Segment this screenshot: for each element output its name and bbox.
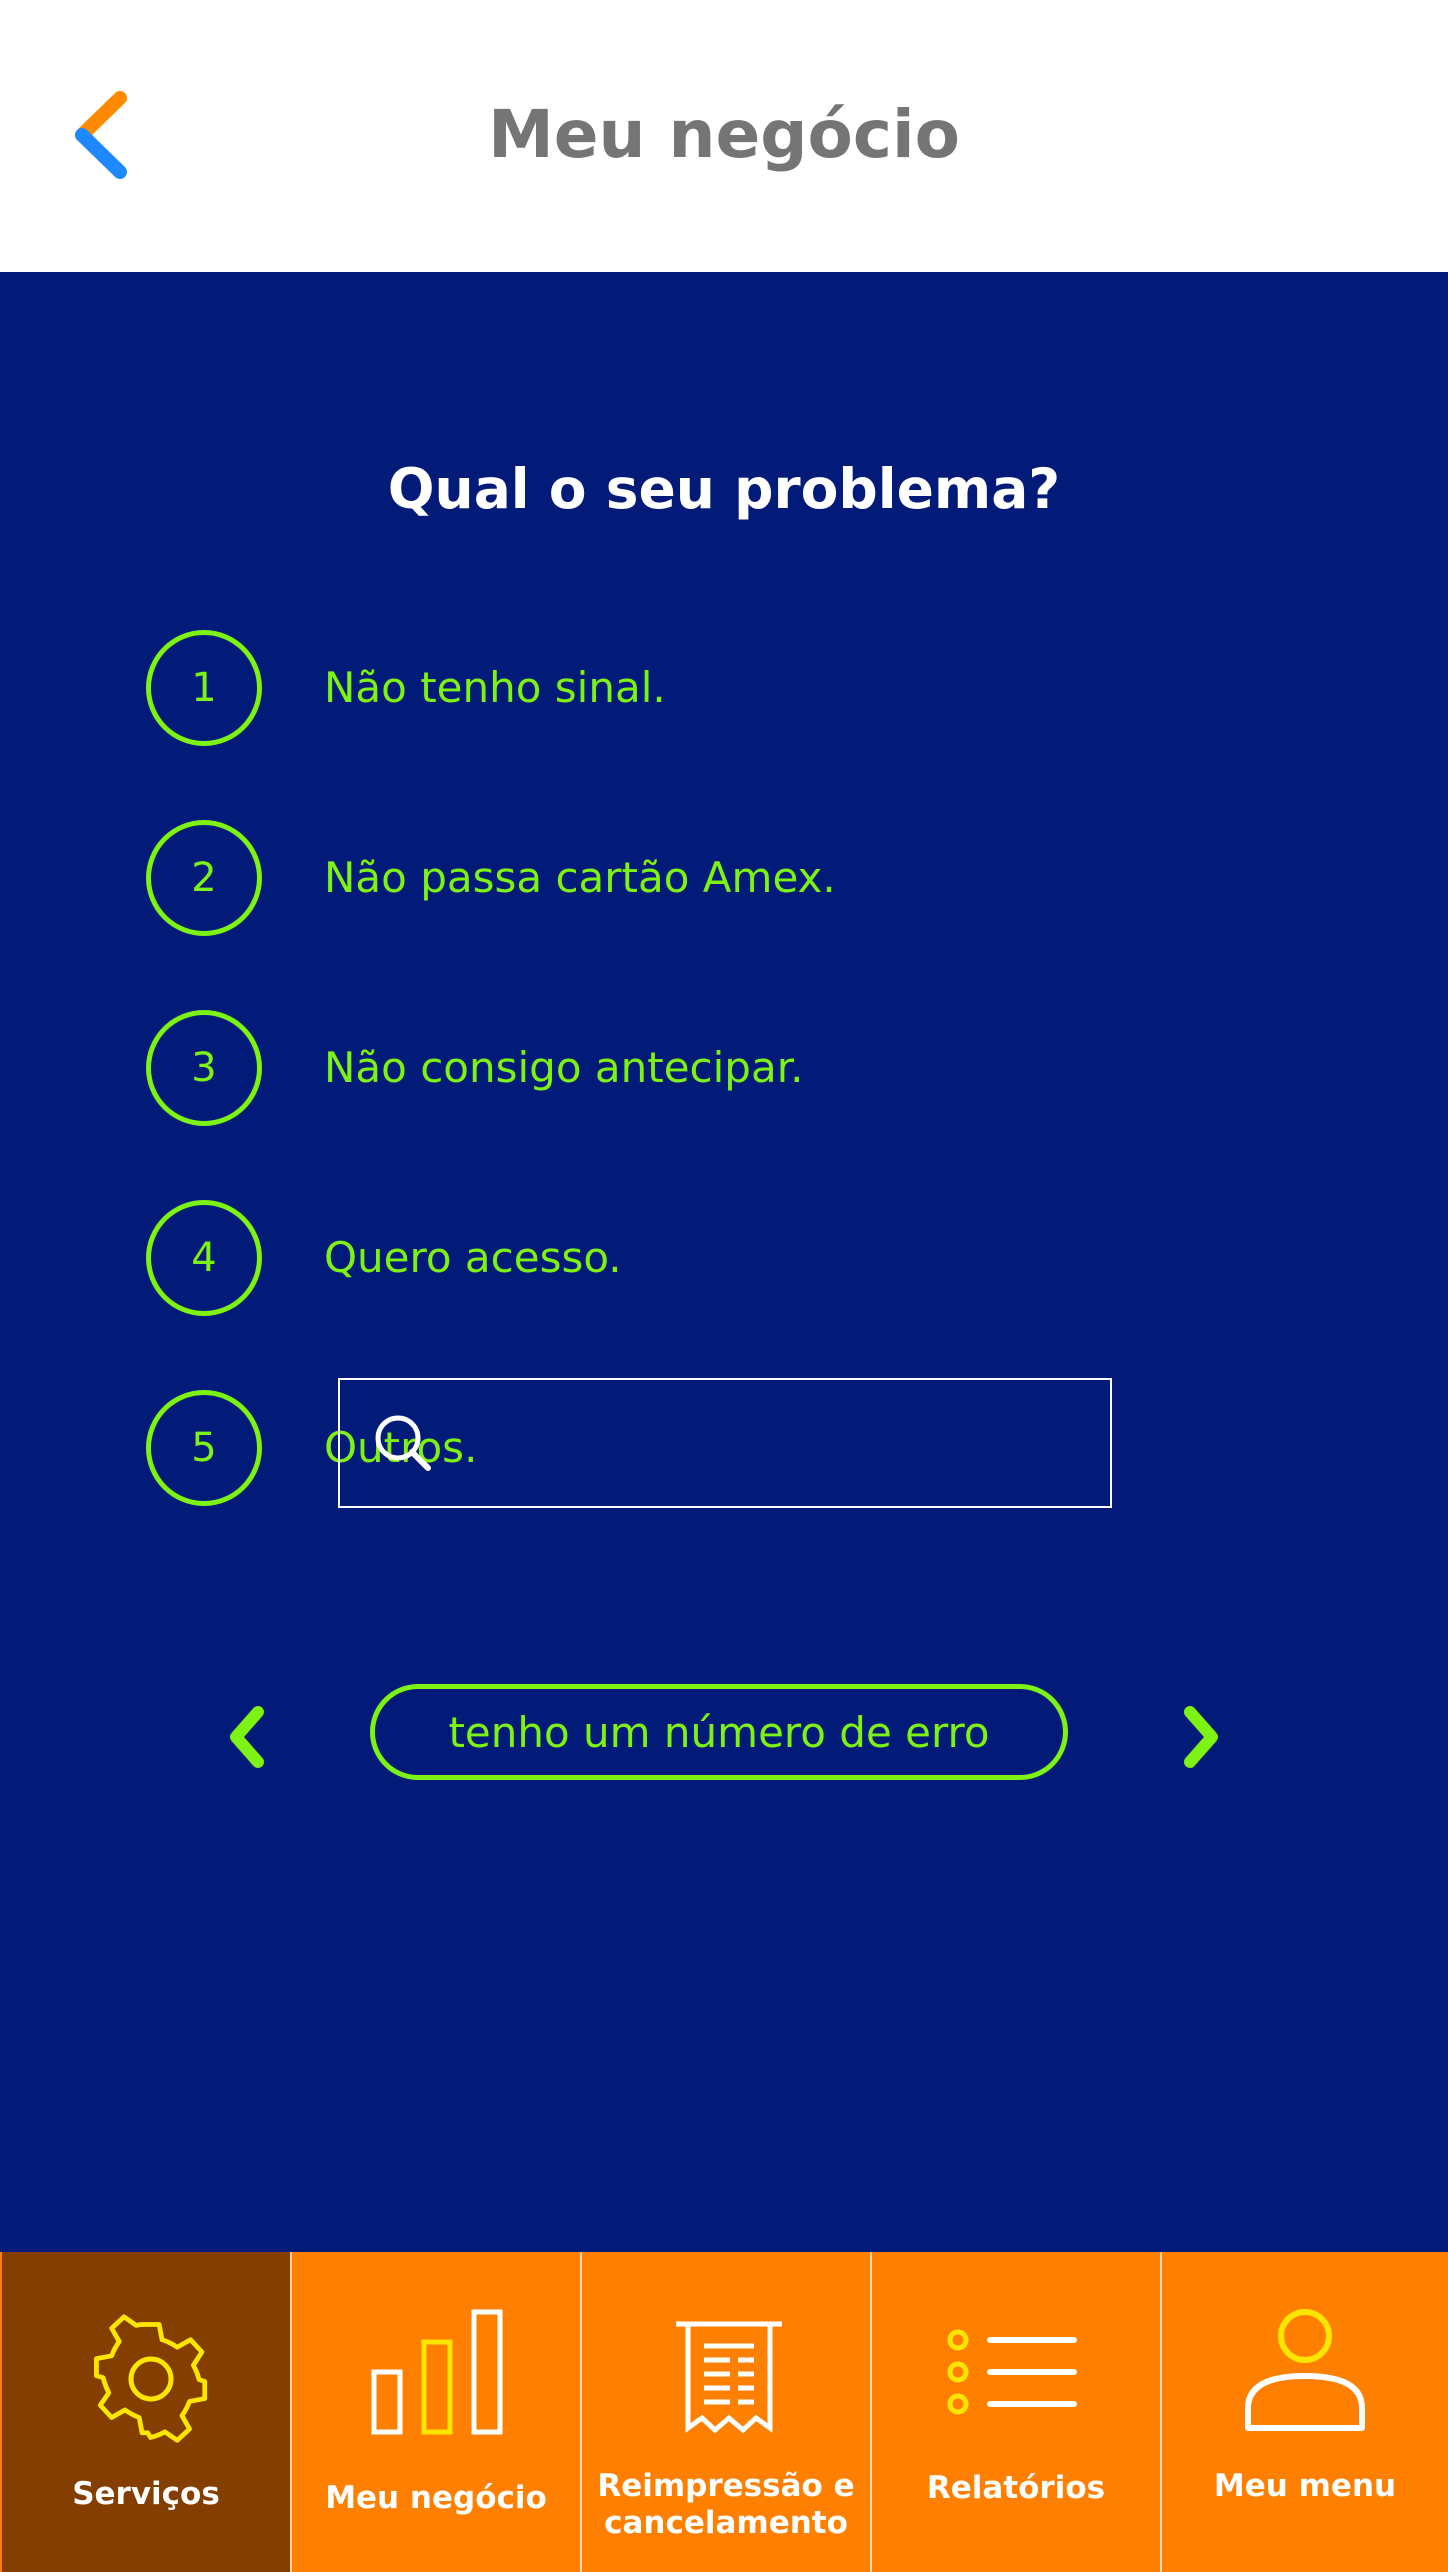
option-label: Não tenho sinal. bbox=[324, 663, 666, 712]
search-box[interactable] bbox=[338, 1378, 1112, 1508]
error-number-button[interactable]: tenho um número de erro bbox=[370, 1684, 1068, 1780]
tab-relatorios[interactable]: Relatórios bbox=[872, 2252, 1160, 2572]
bottom-tab-bar: Serviços Meu negócio Reimpressão e cance… bbox=[0, 2252, 1448, 2572]
option-item[interactable]: 2 Não passa cartão Amex. bbox=[146, 820, 1246, 936]
next-arrow-button[interactable] bbox=[1164, 1692, 1234, 1782]
previous-arrow-button[interactable] bbox=[214, 1692, 284, 1782]
page-title: Meu negócio bbox=[488, 96, 960, 173]
option-item[interactable]: 3 Não consigo antecipar. bbox=[146, 1010, 1246, 1126]
tab-label: Relatórios bbox=[926, 2470, 1106, 2506]
tab-label: Serviços bbox=[72, 2476, 220, 2512]
receipt-icon bbox=[676, 2321, 782, 2434]
gear-icon bbox=[94, 2314, 208, 2443]
option-item[interactable]: 1 Não tenho sinal. bbox=[146, 630, 1246, 746]
option-label: Não consigo antecipar. bbox=[324, 1043, 804, 1092]
option-label: Não passa cartão Amex. bbox=[324, 853, 836, 902]
bar-chart-icon bbox=[371, 2309, 503, 2435]
option-label: Quero acesso. bbox=[324, 1233, 622, 1282]
option-number: 4 bbox=[146, 1200, 262, 1316]
tab-label: Meu menu bbox=[1213, 2468, 1397, 2504]
option-number: 1 bbox=[146, 630, 262, 746]
tab-label: Meu negócio bbox=[325, 2480, 547, 2516]
app-header: Meu negócio bbox=[0, 0, 1448, 272]
option-number: 5 bbox=[146, 1390, 262, 1506]
tab-meu-negocio[interactable]: Meu negócio bbox=[292, 2252, 580, 2572]
tab-label: Reimpressão e cancelamento bbox=[597, 2468, 855, 2541]
tab-meu-menu[interactable]: Meu menu bbox=[1162, 2252, 1448, 2572]
option-number: 2 bbox=[146, 820, 262, 936]
tab-servicos[interactable]: Serviços bbox=[2, 2252, 290, 2572]
main-panel: Qual o seu problema? 1 Não tenho sinal. … bbox=[0, 272, 1448, 2252]
search-icon bbox=[375, 1415, 431, 1471]
user-icon bbox=[1245, 2309, 1365, 2431]
chevron-right-icon bbox=[1184, 1706, 1218, 1768]
option-number: 3 bbox=[146, 1010, 262, 1126]
list-icon bbox=[947, 2329, 1077, 2415]
chevron-left-icon bbox=[230, 1706, 264, 1768]
question-heading: Qual o seu problema? bbox=[387, 457, 1061, 521]
tab-reimpressao[interactable]: Reimpressão e cancelamento bbox=[582, 2252, 870, 2572]
search-input[interactable] bbox=[450, 1400, 1090, 1488]
option-item[interactable]: 4 Quero acesso. bbox=[146, 1200, 1246, 1316]
